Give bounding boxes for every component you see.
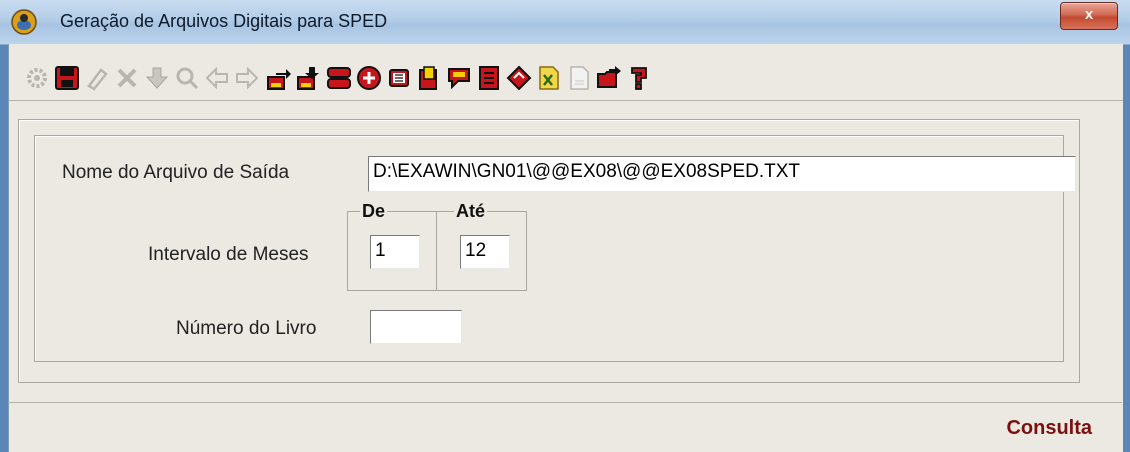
toolbar bbox=[9, 54, 1123, 94]
right-arrow-icon[interactable] bbox=[233, 64, 261, 92]
calculator-icon[interactable] bbox=[385, 64, 413, 92]
app-icon bbox=[10, 8, 38, 36]
status-mode: Consulta bbox=[1006, 417, 1092, 439]
book-number-label: Número do Livro bbox=[176, 318, 317, 339]
left-arrow-icon[interactable] bbox=[203, 64, 231, 92]
search-icon[interactable] bbox=[173, 64, 201, 92]
diamond-icon[interactable] bbox=[505, 64, 533, 92]
title-bar: Geração de Arquivos Digitais para SPED x bbox=[0, 0, 1130, 45]
status-separator bbox=[8, 402, 1122, 403]
gear-icon[interactable] bbox=[23, 64, 51, 92]
add-icon[interactable] bbox=[355, 64, 383, 92]
months-label: Intervalo de Meses bbox=[148, 244, 309, 265]
export-icon[interactable] bbox=[265, 64, 293, 92]
page-icon[interactable] bbox=[565, 64, 593, 92]
window-title: Geração de Arquivos Digitais para SPED bbox=[60, 11, 388, 31]
cancel-icon[interactable] bbox=[113, 64, 141, 92]
down-arrow-icon[interactable] bbox=[143, 64, 171, 92]
help-icon[interactable] bbox=[625, 64, 653, 92]
folder-arrow-icon[interactable] bbox=[595, 64, 623, 92]
document-icon[interactable] bbox=[415, 64, 443, 92]
rows-icon[interactable] bbox=[325, 64, 353, 92]
save-icon[interactable] bbox=[53, 64, 81, 92]
list-icon[interactable] bbox=[475, 64, 503, 92]
from-caption: De bbox=[360, 201, 388, 222]
to-month-input[interactable]: 12 bbox=[460, 235, 510, 269]
edit-icon[interactable] bbox=[83, 64, 111, 92]
app-window: Geração de Arquivos Digitais para SPED x bbox=[0, 0, 1130, 452]
output-file-label: Nome do Arquivo de Saída bbox=[62, 162, 290, 183]
comment-icon[interactable] bbox=[445, 64, 473, 92]
output-file-input[interactable]: D:\EXAWIN\GN01\@@EX08\@@EX08SPED.TXT bbox=[368, 156, 1076, 192]
excel-icon[interactable] bbox=[535, 64, 563, 92]
book-number-input[interactable] bbox=[370, 310, 462, 344]
from-month-input[interactable]: 1 bbox=[370, 235, 420, 269]
import-icon[interactable] bbox=[295, 64, 323, 92]
toolbar-separator bbox=[9, 100, 1123, 101]
month-range-divider bbox=[436, 211, 437, 291]
to-caption: Até bbox=[454, 201, 488, 222]
close-button[interactable]: x bbox=[1060, 2, 1118, 30]
